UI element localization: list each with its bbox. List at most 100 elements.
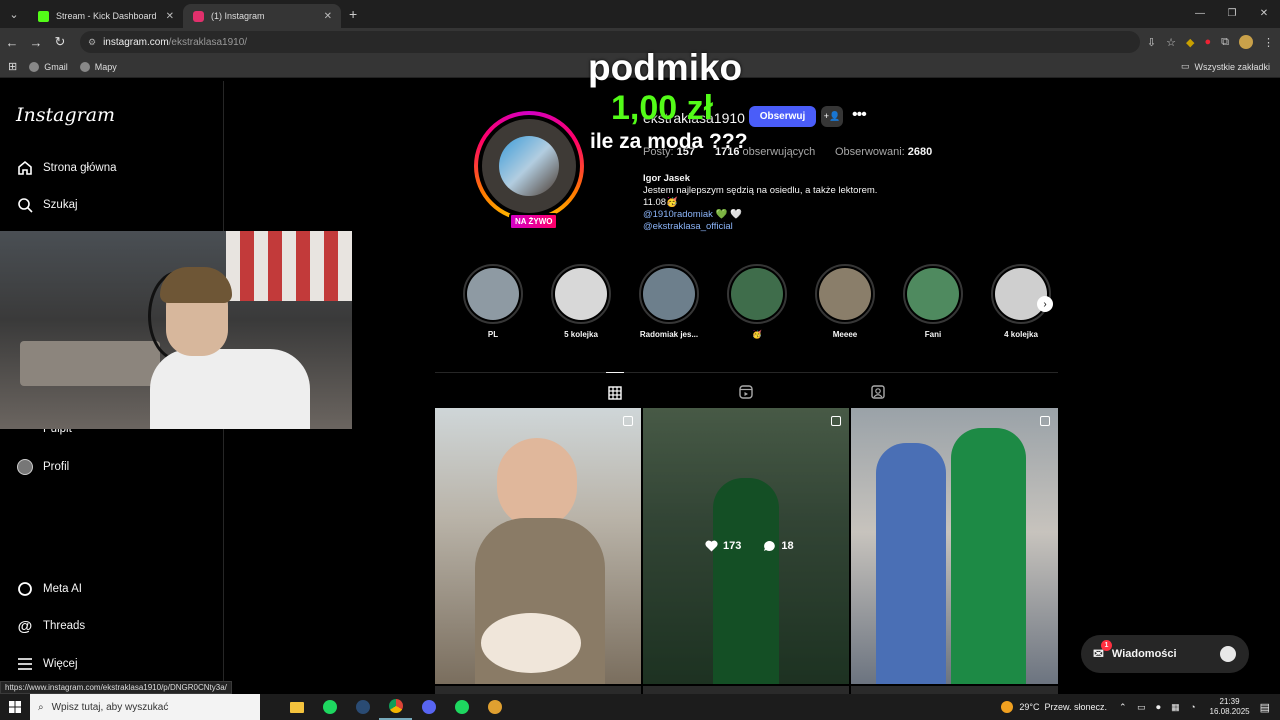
taskbar-search[interactable]: ⌕ Wpisz tutaj, aby wyszukać xyxy=(30,694,260,720)
suggested-users-button[interactable]: +👤 xyxy=(821,106,843,127)
story-highlight[interactable]: 🥳 xyxy=(725,264,789,339)
photo-figure xyxy=(876,443,946,684)
windows-start-icon[interactable] xyxy=(0,701,30,713)
bio-mention-link[interactable]: @ekstraklasa_official xyxy=(643,221,877,233)
post-thumbnail-hovered[interactable]: 173 18 xyxy=(643,408,849,684)
nav-more[interactable]: Więcej xyxy=(16,655,78,673)
back-icon[interactable]: ← xyxy=(0,35,24,50)
live-badge: NA ŻYWO xyxy=(509,213,559,230)
instagram-logo[interactable]: Instagram xyxy=(16,104,115,126)
app-icon[interactable] xyxy=(478,694,511,720)
bookmark-star-icon[interactable]: ☆ xyxy=(1166,36,1176,49)
tray-icons[interactable]: ⌃ ▭ ⏺ ▦ ◔ xyxy=(1119,702,1200,713)
nav-meta-ai[interactable]: Meta AI xyxy=(16,580,82,598)
extension-red-icon[interactable]: ● xyxy=(1204,36,1211,48)
highlight-ring xyxy=(991,264,1051,324)
close-window-icon[interactable]: ✕ xyxy=(1248,0,1280,28)
browser-tab-bar: ⌄ Stream - Kick Dashboard ✕ (1) Instagra… xyxy=(0,0,1280,28)
nav-threads[interactable]: @ Threads xyxy=(16,617,86,635)
nav-profile[interactable]: Profil xyxy=(16,458,69,476)
taskbar-search-placeholder: Wpisz tutaj, aby wyszukać xyxy=(51,701,169,713)
windows-taskbar: ⌕ Wpisz tutaj, aby wyszukać 29°C Przew. s… xyxy=(0,694,1280,720)
weather-text[interactable]: 29°C Przew. słonecz. xyxy=(1019,702,1107,712)
profile-tabs xyxy=(435,372,1058,408)
nav-label: Profil xyxy=(43,461,70,473)
bookmark-label: Mapy xyxy=(94,61,117,72)
messages-label: Wiadomości xyxy=(1111,648,1177,660)
highlight-label: PL xyxy=(487,330,499,339)
bookmark-label: Gmail xyxy=(44,61,68,72)
follow-button[interactable]: Obserwuj xyxy=(749,106,816,127)
restore-icon[interactable]: ❐ xyxy=(1216,0,1248,28)
following-label: Obserwowani: xyxy=(835,146,905,158)
apps-grid-icon[interactable]: ⊞ xyxy=(8,60,17,73)
tagged-icon[interactable] xyxy=(869,383,887,401)
post-thumbnail[interactable] xyxy=(851,408,1058,684)
comment-icon xyxy=(764,541,776,551)
extensions-puzzle-icon[interactable]: ⧉ xyxy=(1221,36,1229,49)
tab-search-icon[interactable]: ⌄ xyxy=(0,0,28,28)
nav-search[interactable]: Szukaj xyxy=(16,196,78,214)
highlight-ring xyxy=(463,264,523,324)
reels-icon[interactable] xyxy=(737,383,755,401)
site-info-icon[interactable]: ⚙ xyxy=(88,37,96,48)
clock[interactable]: 21:39 16.08.2025 xyxy=(1210,697,1250,717)
following-value: 2680 xyxy=(907,146,933,158)
browser-menu-icon[interactable]: ⋮ xyxy=(1263,36,1274,49)
reload-icon[interactable]: ↻ xyxy=(48,34,72,50)
new-tab-icon[interactable]: + xyxy=(349,6,357,22)
window-controls: — ❐ ✕ xyxy=(1184,0,1280,28)
file-explorer-icon[interactable] xyxy=(280,694,313,720)
browser-tab-kick[interactable]: Stream - Kick Dashboard ✕ xyxy=(28,4,183,28)
bookmark-gmail[interactable]: Gmail xyxy=(29,61,68,72)
system-tray: 29°C Przew. słonecz. ⌃ ▭ ⏺ ▦ ◔ 21:39 16.0… xyxy=(1001,694,1280,720)
story-highlight[interactable]: Fani xyxy=(901,264,965,339)
story-highlight[interactable]: PL xyxy=(461,264,525,339)
forward-icon[interactable]: → xyxy=(24,35,48,50)
install-app-icon[interactable]: ⇩ xyxy=(1147,36,1156,49)
spotify-icon[interactable] xyxy=(313,694,346,720)
chrome-icon[interactable] xyxy=(379,694,412,720)
discord-icon[interactable] xyxy=(412,694,445,720)
minimize-icon[interactable]: — xyxy=(1184,0,1216,28)
spotify-icon[interactable] xyxy=(445,694,478,720)
profile-picture-frame xyxy=(478,115,580,217)
bed xyxy=(20,341,160,386)
profile-picture-story-ring[interactable] xyxy=(474,111,584,221)
menu-icon xyxy=(16,655,34,673)
story-highlight[interactable]: Radomiak jes... xyxy=(637,264,701,339)
post-comments: 18 xyxy=(781,540,794,552)
story-highlight[interactable]: Meeee xyxy=(813,264,877,339)
highlight-label: Fani xyxy=(924,330,942,339)
nav-home[interactable]: Strona główna xyxy=(16,159,117,177)
highlight-cover xyxy=(731,268,783,320)
post-thumbnail[interactable] xyxy=(435,408,641,684)
profile-full-name: Igor Jasek xyxy=(643,173,690,184)
bio-mention-link[interactable]: @1910radomiak xyxy=(643,209,713,220)
messenger-icon: ✉ 1 xyxy=(1093,640,1112,662)
story-highlight[interactable]: 5 kolejka xyxy=(549,264,613,339)
grid-icon[interactable] xyxy=(606,372,624,402)
donation-message: ile za moda ??? xyxy=(590,130,748,153)
following-count[interactable]: Obserwowani: 2680 xyxy=(835,146,932,158)
chevron-right-icon[interactable]: › xyxy=(1037,296,1053,312)
close-tab-icon[interactable]: ✕ xyxy=(166,11,174,22)
all-bookmarks[interactable]: ▭ Wszystkie zakładki xyxy=(1181,61,1270,72)
profile-photo xyxy=(499,136,559,196)
close-tab-icon[interactable]: ✕ xyxy=(324,11,332,22)
highlight-label: 🥳 xyxy=(752,330,762,339)
highlight-label: Meeee xyxy=(832,330,858,339)
bio-line: Jestem najlepszym sędzią na osiedlu, a t… xyxy=(643,185,878,196)
profile-avatar-icon[interactable] xyxy=(1239,35,1253,49)
steam-icon[interactable] xyxy=(346,694,379,720)
notifications-icon[interactable]: ▤ xyxy=(1260,701,1270,714)
browser-tab-instagram[interactable]: (1) Instagram ✕ xyxy=(183,4,341,28)
highlight-cover xyxy=(907,268,959,320)
extension-icon[interactable]: ◆ xyxy=(1186,36,1194,49)
messages-button[interactable]: ✉ 1 Wiadomości xyxy=(1081,635,1249,673)
highlight-ring xyxy=(903,264,963,324)
url-path: /ekstraklasa1910/ xyxy=(168,36,248,48)
nav-label: Więcej xyxy=(43,658,78,670)
more-options-icon[interactable]: ••• xyxy=(852,106,867,124)
bookmark-maps[interactable]: Mapy xyxy=(79,61,117,72)
